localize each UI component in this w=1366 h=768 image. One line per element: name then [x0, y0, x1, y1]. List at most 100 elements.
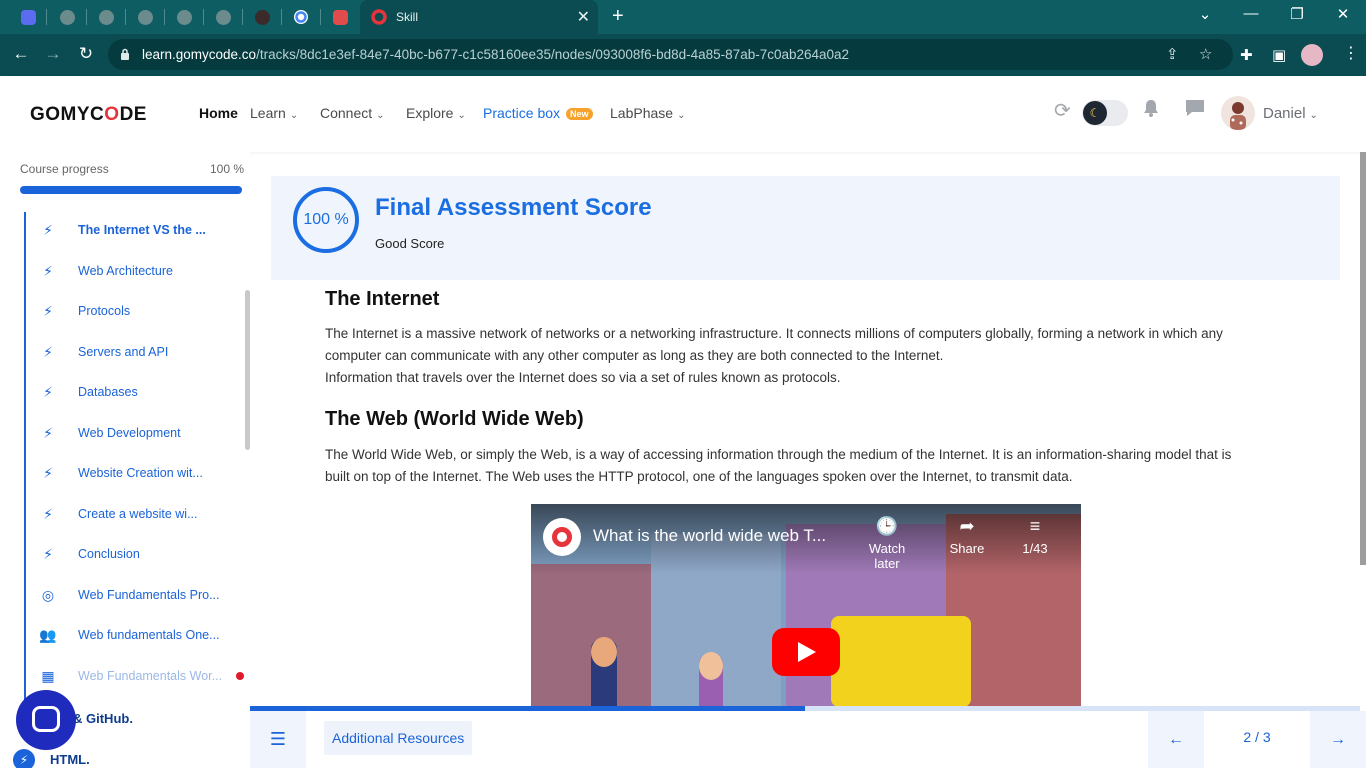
- refresh-icon[interactable]: ⟳: [1054, 98, 1071, 123]
- bell-icon[interactable]: [1142, 98, 1160, 124]
- share-icon[interactable]: ⇪: [1166, 45, 1179, 63]
- new-tab-button[interactable]: +: [612, 5, 624, 28]
- chevron-down-icon: ⌄: [289, 110, 299, 121]
- url-text: learn.gomycode.co/tracks/8dc1e3ef-84e7-4…: [142, 47, 849, 62]
- sidebar-lesson-item[interactable]: ⚡ Create a website wi...: [26, 496, 246, 532]
- toggle-outline-button[interactable]: ☰: [250, 711, 306, 768]
- pinned-tab[interactable]: [290, 6, 312, 28]
- lesson-label: Web Fundamentals Pro...: [78, 588, 220, 602]
- page-indicator: 2 / 3: [1243, 729, 1271, 745]
- pinned-tab[interactable]: [173, 6, 195, 28]
- google-icon: [294, 10, 308, 24]
- sidebar-lesson-item[interactable]: ⚡ Web Development: [26, 415, 246, 451]
- sidebar-lesson-item[interactable]: ⚡ Databases: [26, 374, 246, 410]
- site-header: GOMYCODE Home Learn ⌄ Connect ⌄ Explore ⌄ P…: [0, 76, 1366, 152]
- tab-separator: [86, 9, 87, 25]
- close-window-button[interactable]: ✕: [1328, 5, 1358, 23]
- channel-logo[interactable]: [543, 518, 581, 556]
- lesson-type-icon: ⚡: [43, 424, 53, 441]
- nav-explore[interactable]: Explore ⌄: [406, 105, 466, 121]
- chevron-down-icon: ⌄: [457, 110, 466, 121]
- nav-home[interactable]: Home: [199, 105, 238, 121]
- browser-tab-strip: Skill ✕ + ⌄ — ❐ ✕: [0, 0, 1366, 34]
- youtube-play-button[interactable]: [772, 628, 840, 676]
- video-title[interactable]: What is the world wide web T...: [593, 526, 826, 546]
- avatar-image: [1230, 102, 1246, 130]
- page-scrollbar[interactable]: [1360, 152, 1366, 565]
- user-menu[interactable]: Daniel ⌄: [1263, 105, 1318, 122]
- globe-icon: [59, 9, 75, 25]
- notification-dot: [236, 672, 245, 680]
- share-label: Share: [949, 541, 985, 556]
- sidebar-lesson-item[interactable]: ⚡ Protocols: [26, 293, 246, 329]
- playlist-button[interactable]: ≡ 1/43: [1005, 516, 1065, 556]
- gomycode-logo[interactable]: GOMYCODE: [30, 104, 147, 126]
- sidebar-lesson-item[interactable]: ⚡ Conclusion: [26, 536, 246, 572]
- tab-favicon-icon: [332, 9, 348, 25]
- pinned-tab[interactable]: [134, 6, 156, 28]
- chapter-title[interactable]: HTML.: [50, 752, 90, 767]
- share-video-button[interactable]: ➦ Share: [937, 516, 997, 556]
- chevron-down-icon: ⌄: [677, 110, 686, 121]
- gomycode-favicon-icon: [371, 9, 387, 25]
- support-chat-button[interactable]: [16, 690, 76, 750]
- course-progress-value: 100 %: [210, 162, 245, 176]
- watch-later-button[interactable]: 🕒 Watch later: [857, 516, 917, 571]
- lesson-label: Web Development: [78, 426, 181, 440]
- nav-connect[interactable]: Connect ⌄: [320, 105, 385, 121]
- chapter-title[interactable]: & GitHub.: [73, 711, 133, 726]
- sidebar-lesson-item[interactable]: ⚡ Servers and API: [26, 334, 246, 370]
- message-icon[interactable]: [1184, 98, 1206, 124]
- lesson-type-icon: ⚡: [43, 383, 53, 400]
- sidebar-lesson-item[interactable]: ◎ Web Fundamentals Pro...: [26, 577, 246, 613]
- pinned-tab[interactable]: [212, 6, 234, 28]
- paragraph-line: Information that travels over the Intern…: [325, 370, 841, 385]
- user-name: Daniel: [1263, 105, 1306, 122]
- next-page-button[interactable]: →: [1310, 711, 1366, 768]
- lesson-label: Web Fundamentals Wor...: [78, 669, 223, 683]
- extensions-puzzle-icon[interactable]: ✚: [1240, 46, 1253, 64]
- lock-icon: [121, 48, 129, 60]
- pinned-tab[interactable]: [17, 6, 39, 28]
- lesson-type-icon: ⚡: [43, 302, 53, 319]
- browser-profile-avatar[interactable]: [1301, 44, 1323, 66]
- sidebar-lesson-item[interactable]: ▦ Web Fundamentals Wor...: [26, 658, 246, 694]
- nav-connect-label: Connect: [320, 105, 373, 121]
- gomycode-logo-icon: [552, 527, 572, 547]
- nav-labphase[interactable]: LabPhase ⌄: [610, 105, 685, 121]
- back-arrow-icon[interactable]: ←: [10, 44, 32, 64]
- pinned-tab[interactable]: [56, 6, 78, 28]
- side-panel-icon[interactable]: ▣: [1272, 46, 1286, 64]
- sidebar-lesson-item[interactable]: ⚡ The Internet VS the ...: [26, 212, 246, 248]
- previous-page-button[interactable]: ←: [1148, 711, 1204, 768]
- pinned-tab[interactable]: [251, 6, 273, 28]
- reload-icon[interactable]: ↻: [75, 44, 97, 64]
- play-icon: [798, 642, 816, 662]
- tab-search-icon[interactable]: ⌄: [1190, 5, 1220, 23]
- tab-close-icon[interactable]: ✕: [577, 7, 590, 27]
- embedded-youtube-video[interactable]: What is the world wide web T... 🕒 Watch l…: [531, 504, 1081, 707]
- active-browser-tab[interactable]: Skill ✕: [360, 0, 598, 34]
- lesson-type-icon: ⚡: [43, 343, 53, 360]
- sidebar-lesson-item[interactable]: 👥 Web fundamentals One...: [26, 617, 246, 653]
- lesson-label: Protocols: [78, 304, 131, 318]
- sidebar-lesson-item[interactable]: ⚡ Website Creation wit...: [26, 455, 246, 491]
- nav-learn[interactable]: Learn ⌄: [250, 105, 298, 121]
- lesson-label: Conclusion: [78, 547, 140, 561]
- user-avatar[interactable]: [1221, 96, 1255, 130]
- pinned-tab[interactable]: [329, 6, 351, 28]
- minimize-button[interactable]: —: [1236, 5, 1266, 22]
- playlist-position: 1/43: [1022, 541, 1048, 556]
- tab-favicon-icon: [20, 9, 36, 25]
- additional-resources-button[interactable]: Additional Resources: [324, 721, 473, 755]
- browser-menu-icon[interactable]: ⋮: [1343, 43, 1359, 63]
- bookmark-star-icon[interactable]: ☆: [1199, 45, 1212, 63]
- address-bar[interactable]: learn.gomycode.co/tracks/8dc1e3ef-84e7-4…: [108, 39, 1233, 70]
- sidebar-lesson-item[interactable]: ⚡ Web Architecture: [26, 253, 246, 289]
- assessment-score-card: 100 % Final Assessment Score Good Score: [271, 176, 1340, 280]
- theme-toggle[interactable]: ☾: [1082, 100, 1128, 126]
- pinned-tab[interactable]: [95, 6, 117, 28]
- forward-arrow-icon[interactable]: →: [42, 44, 64, 64]
- restore-button[interactable]: ❐: [1282, 5, 1312, 23]
- nav-practice-box[interactable]: Practice box New: [483, 105, 593, 121]
